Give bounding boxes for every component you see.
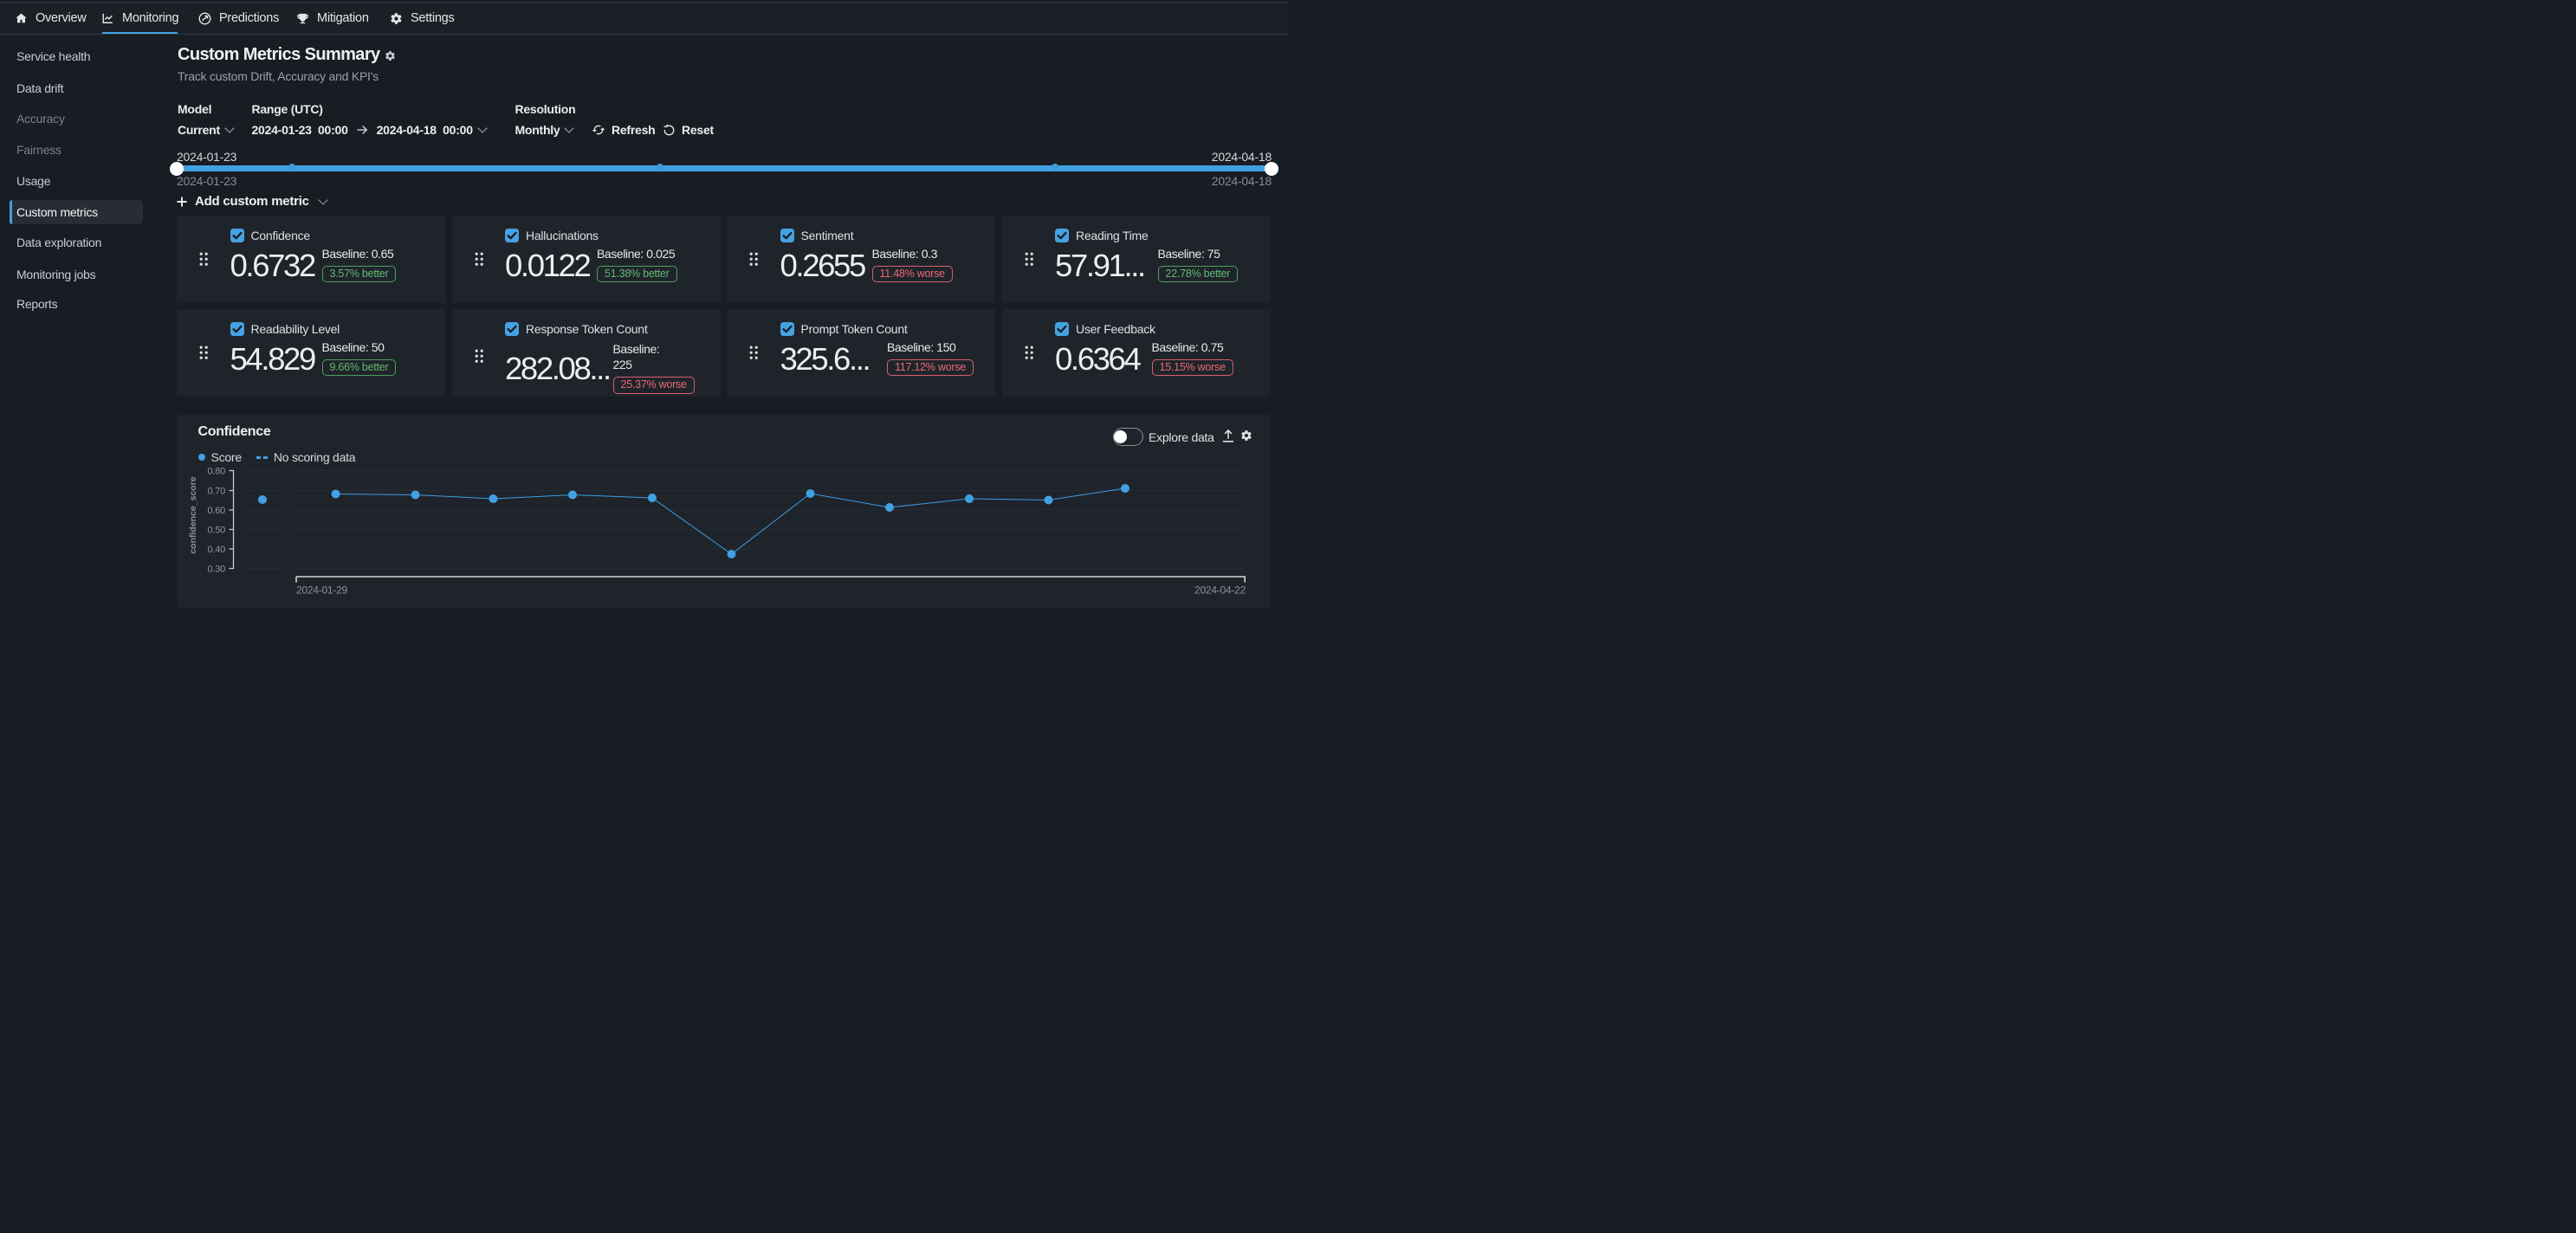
svg-text:0.40: 0.40 [208, 545, 226, 555]
svg-text:2024-01-29: 2024-01-29 [296, 584, 348, 597]
svg-text:0.80: 0.80 [208, 467, 226, 477]
svg-text:0.30: 0.30 [208, 565, 226, 575]
svg-text:0.70: 0.70 [208, 487, 226, 497]
svg-text:0.50: 0.50 [208, 526, 226, 536]
svg-text:2024-04-22: 2024-04-22 [1194, 584, 1246, 597]
svg-text:0.60: 0.60 [208, 506, 226, 516]
